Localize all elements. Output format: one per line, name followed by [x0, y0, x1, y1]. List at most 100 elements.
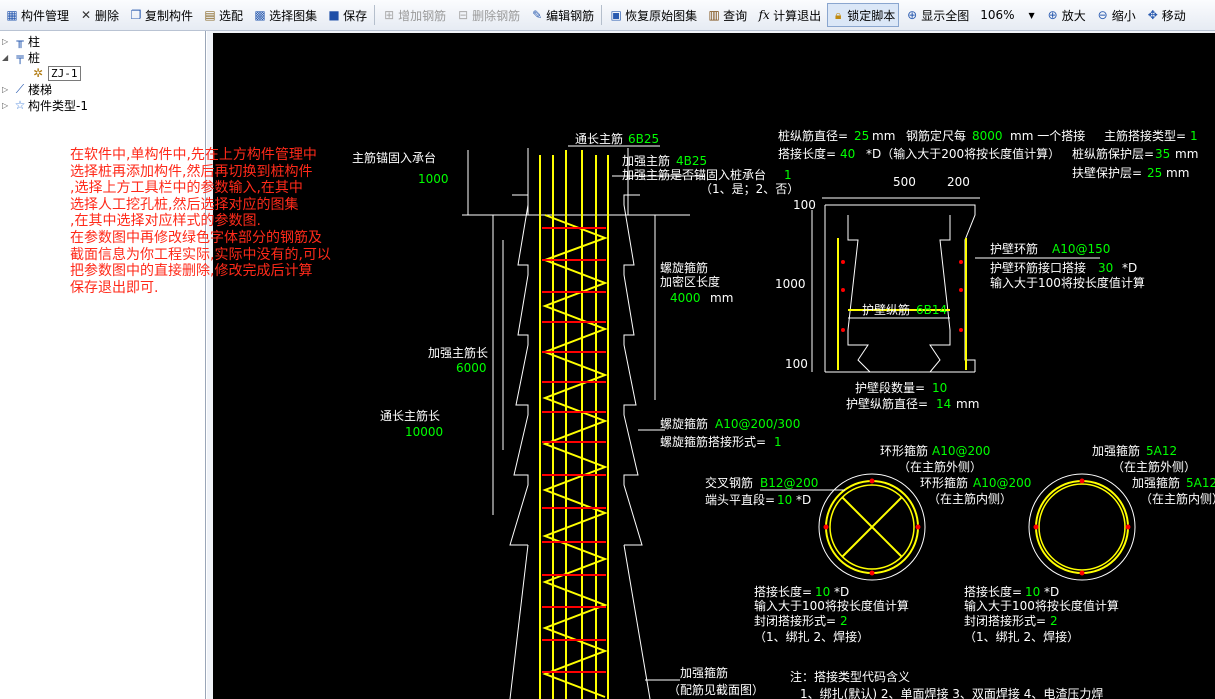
rebar-dot — [841, 288, 845, 292]
collapse-icon[interactable]: ◢ — [2, 53, 12, 62]
component-manager-label: 构件管理 — [21, 8, 70, 23]
strengthen-stirrup2-value[interactable]: 5A12 — [1146, 444, 1177, 458]
pick-config-label: 选配 — [219, 8, 244, 23]
pile-rebar-dia-value[interactable]: 25 — [854, 129, 869, 143]
cover-value[interactable]: 35 — [1155, 147, 1170, 161]
zoom-in-button[interactable]: ⊕ 放大 — [1042, 3, 1090, 27]
add-rebar-button[interactable]: ⊞ 增加钢筋 — [378, 3, 450, 27]
show-all-button[interactable]: ⊕ 显示全图 — [901, 3, 973, 27]
unit-label: mm — [710, 291, 733, 305]
rebar-dot — [1079, 478, 1085, 484]
spiral-label-2: 加密区长度 — [660, 274, 720, 289]
anchor-into-cap-hint: （1、是；2、否） — [700, 182, 799, 196]
closed-lap-value[interactable]: 2 — [840, 614, 848, 628]
cross-rebar-value[interactable]: B12@200 — [760, 476, 818, 490]
through-main-value[interactable]: 6B25 — [628, 132, 659, 146]
rebar-dot — [823, 524, 829, 530]
wall-seg-count-value[interactable]: 10 — [932, 381, 947, 395]
component-manager-button[interactable]: ▦ 构件管理 — [1, 3, 73, 27]
move-button[interactable]: ✥ 移动 — [1142, 3, 1190, 27]
zoom-select[interactable]: 106% ▼ — [976, 5, 1038, 25]
parameter-drawing[interactable]: 通长主筋 6B25 主筋锚固入承台 1000 加强主筋 4B25 加强主筋是否锚… — [207, 31, 1215, 699]
move-icon: ✥ — [1147, 8, 1158, 22]
lap-hint: 输入大于100将按长度值计算 — [964, 598, 1119, 613]
lock-script-button[interactable]: 🔒︎ 锁定脚本 — [827, 3, 900, 27]
rebar-length-value[interactable]: 8000 — [972, 129, 1003, 143]
strengthen-length-value[interactable]: 6000 — [456, 361, 487, 375]
tree-item-stairs-label: 楼梯 — [28, 82, 53, 97]
wall-long-dia-value[interactable]: 14 — [936, 397, 951, 411]
unit-label: mm — [956, 397, 979, 411]
calc-exit-button[interactable]: fx 计算退出 — [753, 3, 825, 27]
unit-label: mm — [872, 129, 895, 143]
wall-long-value[interactable]: 6B14 — [916, 303, 947, 317]
end-straight-value[interactable]: 10 — [777, 493, 792, 507]
ring-stirrup-value[interactable]: A10@200 — [932, 444, 990, 458]
anchor-into-cap-value[interactable]: 1 — [784, 168, 792, 182]
closed-lap3-hint: （1、绑扎 2、焊接） — [964, 629, 1079, 644]
dim-500: 500 — [893, 175, 916, 189]
expand-icon[interactable]: ▷ — [2, 101, 12, 110]
delete-rebar-button[interactable]: ⊟ 删除钢筋 — [452, 3, 524, 27]
wall-cover-value[interactable]: 25 — [1147, 166, 1162, 180]
choose-atlas-button[interactable]: ▩ 选择图集 — [249, 3, 321, 27]
delete-button[interactable]: ✕ 删除 — [75, 3, 123, 27]
lap-length-value[interactable]: 40 — [840, 147, 855, 161]
zoom-out-button[interactable]: ⊖ 缩小 — [1092, 3, 1140, 27]
closed-lap-hint: （1、绑扎 2、焊接） — [754, 629, 869, 644]
ring-stirrup2-value[interactable]: A10@200 — [973, 476, 1031, 490]
copy-icon: ❐ — [130, 8, 142, 22]
drawing-area[interactable]: 通长主筋 6B25 主筋锚固入承台 1000 加强主筋 4B25 加强主筋是否锚… — [207, 31, 1215, 699]
wall-long-label: 护壁纵筋 — [862, 302, 910, 317]
spiral-stirrup-label: 螺旋箍筋 — [660, 416, 708, 431]
save-button[interactable]: ■ 保存 — [323, 3, 371, 27]
spiral-lap-value[interactable]: 1 — [774, 435, 782, 449]
through-length-value[interactable]: 10000 — [405, 425, 443, 439]
pick-config-button[interactable]: ▤ 选配 — [199, 3, 247, 27]
save-icon: ■ — [328, 8, 340, 22]
strengthen-length-label: 加强主筋长 — [428, 345, 488, 360]
zoom-out-icon: ⊖ — [1097, 8, 1108, 22]
dim-100-top: 100 — [793, 198, 816, 212]
edit-rebar-icon: ✎ — [532, 8, 543, 22]
rebar-dot — [841, 260, 845, 264]
tree-item-component-type[interactable]: ▷ ☆ 构件类型-1 — [2, 97, 88, 113]
wall-ring-lap-value[interactable]: 30 — [1098, 261, 1113, 275]
annotation-line: 把参数图中的直接删除,修改完成后计算 — [70, 263, 313, 280]
copy-component-button[interactable]: ❐ 复制构件 — [125, 3, 197, 27]
closed-lap-label: 封闭搭接形式= — [754, 613, 836, 628]
query-button[interactable]: ▥ 查询 — [703, 3, 751, 27]
lap-type-label: 主筋搭接类型= — [1104, 128, 1186, 143]
spiral-length-value[interactable]: 4000 — [670, 291, 701, 305]
strengthen-stirrup-label: 加强箍筋 — [680, 665, 728, 680]
spiral-lap-label: 螺旋箍筋搭接形式= — [660, 434, 766, 449]
restore-atlas-button[interactable]: ▣ 恢复原始图集 — [605, 3, 701, 27]
closed-lap3-value[interactable]: 2 — [1050, 614, 1058, 628]
star-icon: ☆ — [14, 98, 26, 112]
lap-length2-value[interactable]: 10 — [815, 585, 830, 599]
outside-main-label: （在主筋外侧） — [898, 459, 982, 474]
cover-label: 桩纵筋保护层= — [1072, 146, 1154, 161]
outside-main-label: （在主筋外侧） — [1112, 459, 1196, 474]
edit-rebar-button[interactable]: ✎ 编辑钢筋 — [526, 3, 598, 27]
lock-icon: 🔒︎ — [834, 8, 842, 22]
expand-icon[interactable]: ▷ — [2, 85, 12, 94]
strengthen-stirrup3-value[interactable]: 5A12 — [1186, 476, 1215, 490]
strengthen-main-value[interactable]: 4B25 — [676, 154, 707, 168]
expand-icon[interactable]: ▷ — [2, 37, 12, 46]
delete-label: 删除 — [95, 8, 120, 23]
rebar-dot — [869, 570, 875, 576]
wall-ring-value[interactable]: A10@150 — [1052, 242, 1110, 256]
tree-item-pile[interactable]: ◢ ╤ 桩 — [2, 49, 40, 65]
tree-item-column[interactable]: ▷ ╥ 柱 — [2, 33, 40, 49]
save-label: 保存 — [343, 8, 368, 23]
unit-label: mm — [1175, 147, 1198, 161]
component-tree-panel: ▷ ╥ 柱 ◢ ╤ 桩 ✲ ZJ-1 ▷ ⟋ 楼梯 ▷ ☆ 构件类型-1 — [0, 31, 206, 699]
tree-item-zj1[interactable]: ✲ ZJ-1 — [30, 65, 81, 81]
spiral-stirrup-value[interactable]: A10@200/300 — [715, 417, 800, 431]
annotation-line: 选择人工挖孔桩,然后选择对应的图集 — [70, 196, 299, 213]
tree-item-stairs[interactable]: ▷ ⟋ 楼梯 — [2, 81, 52, 97]
wall-ring-hint: 输入大于100将按长度值计算 — [990, 275, 1145, 290]
lap-length3-value[interactable]: 10 — [1025, 585, 1040, 599]
lap-type-value[interactable]: 1 — [1190, 129, 1198, 143]
